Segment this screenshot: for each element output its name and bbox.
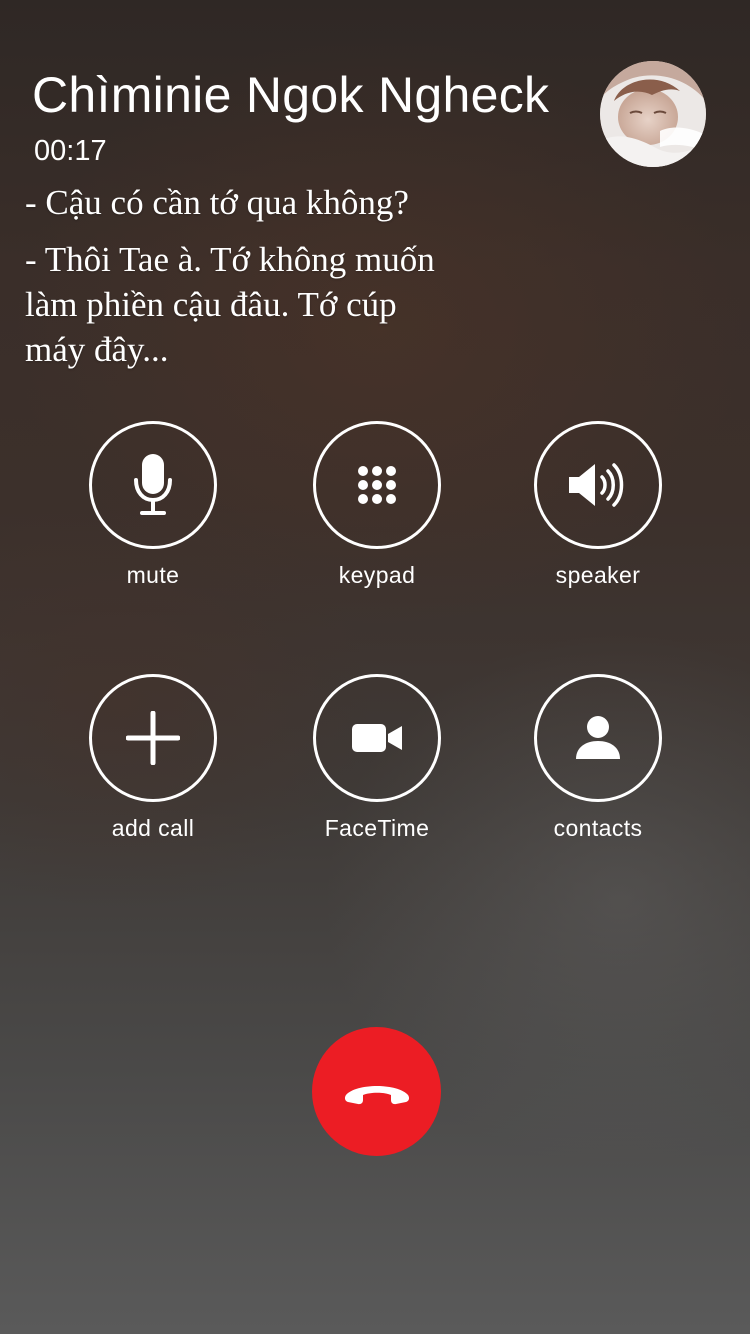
speaker-control: speaker (531, 421, 665, 589)
dialogue-line-2: - Thôi Tae à. Tớ không muốn làm phiền cậ… (25, 240, 435, 369)
person-icon (576, 716, 620, 759)
mute-button[interactable] (89, 421, 217, 549)
dialogue-line-1: - Cậu có cần tớ qua không? (25, 183, 409, 222)
keypad-icon (358, 466, 396, 504)
in-call-screen: Chìminie Ngok Ngheck 00:17 - Cậu có cần … (0, 0, 750, 1334)
add-call-label: add call (111, 815, 195, 841)
keypad-label: keypad (338, 562, 416, 588)
keypad-control: keypad (310, 421, 444, 589)
add-call-control: add call (86, 674, 220, 842)
contacts-button[interactable] (534, 674, 662, 802)
facetime-button[interactable] (313, 674, 441, 802)
contacts-label: contacts (553, 815, 643, 841)
phone-hangup-icon (344, 1085, 409, 1104)
mute-label: mute (126, 562, 180, 588)
add-call-button[interactable] (89, 674, 217, 802)
speaker-label: speaker (555, 562, 641, 588)
plus-icon (126, 711, 180, 765)
dialogue-text: - Cậu có cần tớ qua không? - Thôi Tae à.… (25, 182, 495, 372)
keypad-button[interactable] (313, 421, 441, 549)
caller-name: Chìminie Ngok Ngheck (32, 67, 550, 123)
mute-control: mute (86, 421, 220, 589)
facetime-control: FaceTime (310, 674, 444, 842)
speaker-icon (569, 463, 624, 507)
call-timer: 00:17 (34, 135, 107, 167)
video-camera-icon (352, 724, 402, 752)
caller-avatar (600, 61, 706, 167)
contacts-control: contacts (531, 674, 665, 842)
microphone-icon (134, 454, 172, 515)
speaker-button[interactable] (534, 421, 662, 549)
facetime-label: FaceTime (324, 815, 430, 841)
end-call-button[interactable] (312, 1027, 441, 1156)
